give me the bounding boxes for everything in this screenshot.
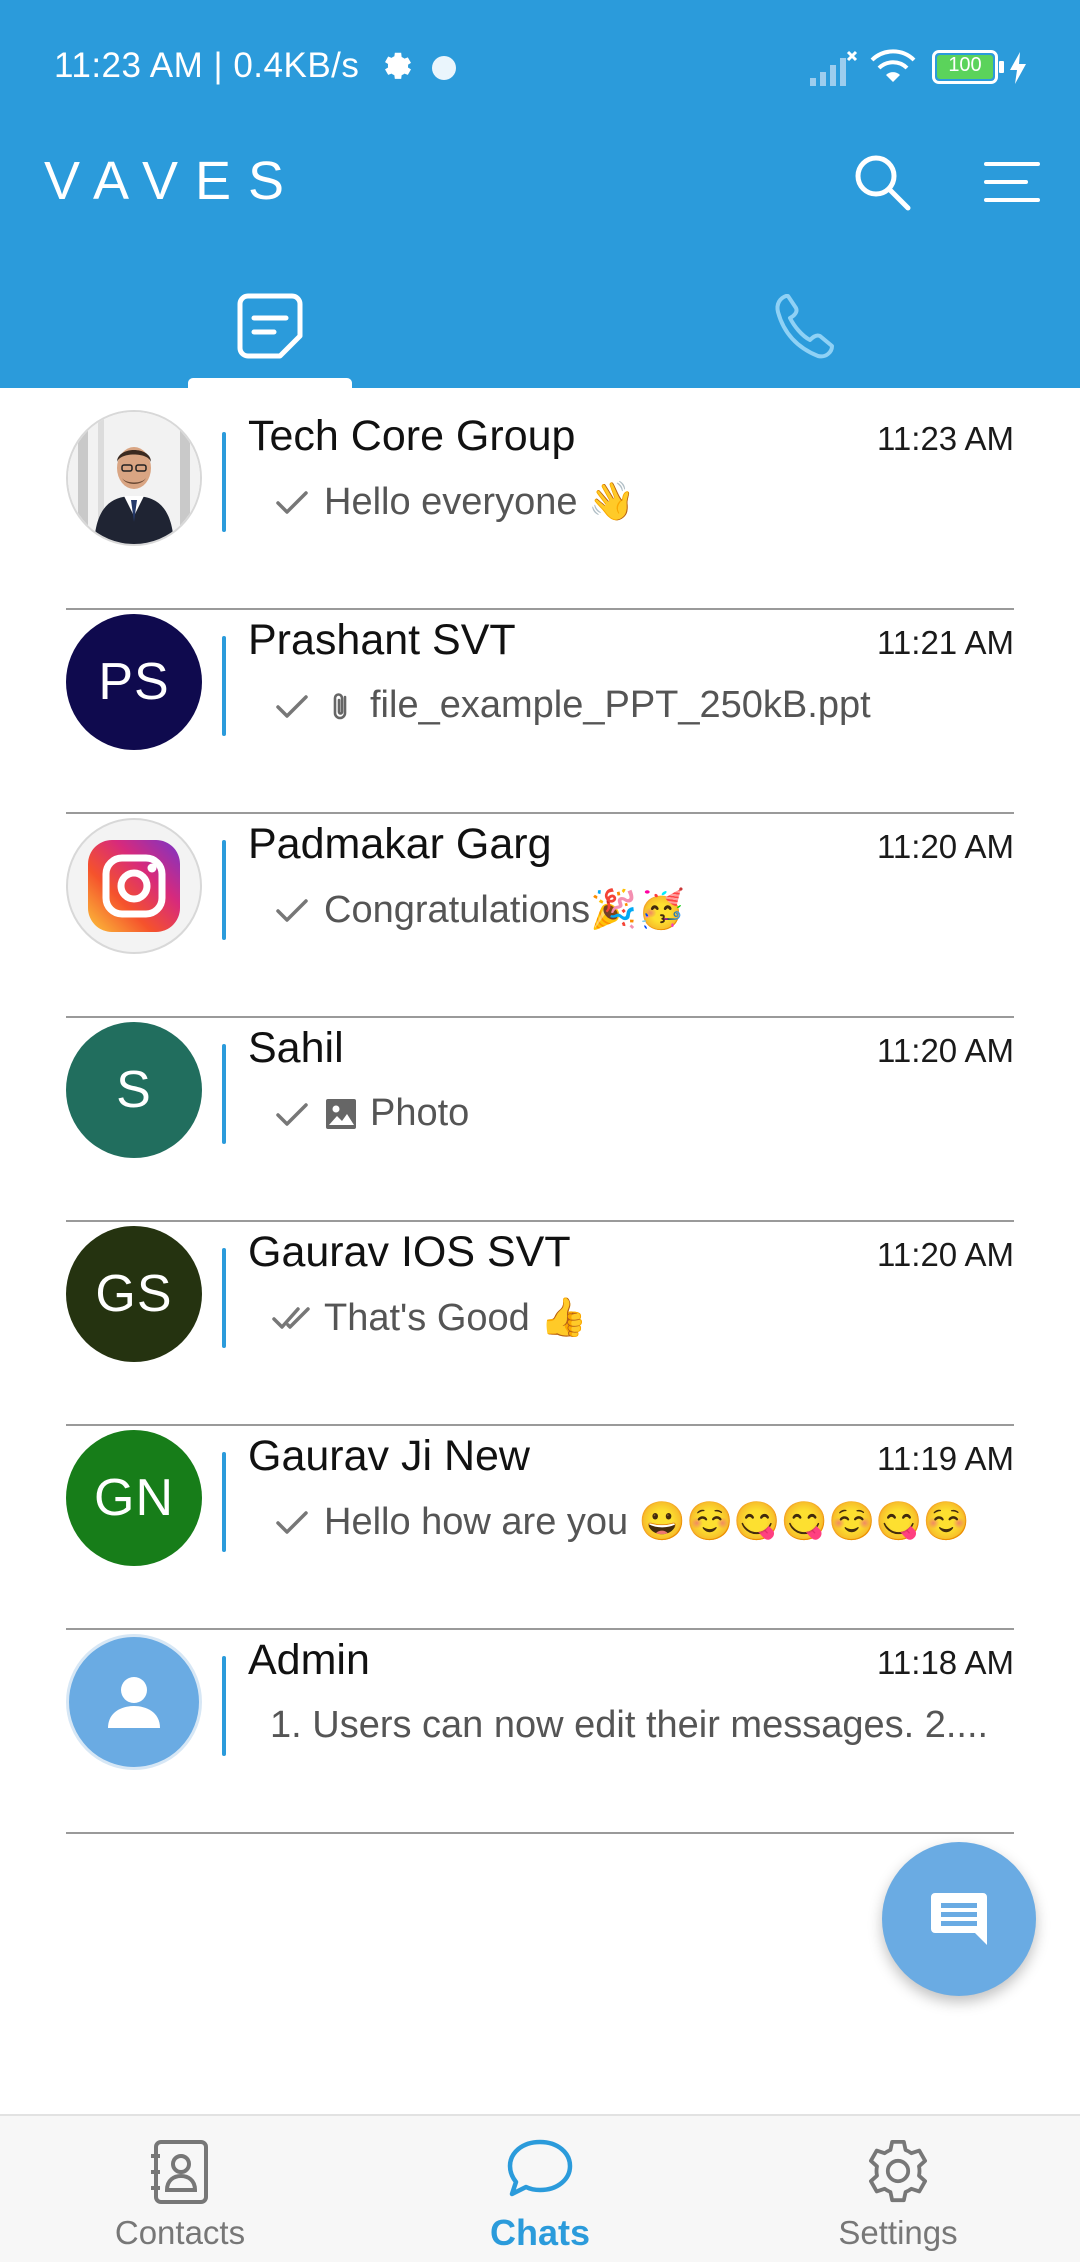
chat-row[interactable]: Padmakar Garg 11:20 AM Congratulations🎉🥳 [0,814,1080,1018]
chat-preview: file_example_PPT_250kB.ppt [272,684,871,727]
chat-preview: Hello everyone 👋 [272,480,635,524]
charging-icon [1010,52,1026,84]
chat-time: 11:18 AM [877,1644,1014,1681]
chat-preview-text: That's Good 👍 [324,1297,588,1339]
chat-preview: Hello how are you 😀☺️😋😋☺️😋☺️ [272,1500,970,1544]
chat-preview: Photo [272,1092,469,1135]
instagram-logo [88,840,180,932]
row-accent-bar [222,1656,226,1756]
nav-label: Settings [838,2214,958,2251]
wifi-icon [870,49,916,82]
row-accent-bar [222,1452,226,1552]
nav-label: Contacts [114,2214,246,2251]
gear-icon [385,52,411,79]
chat-bubble-icon [507,2139,573,2197]
paperclip-icon [333,692,347,719]
chat-time: 11:23 AM [877,420,1014,457]
person-icon [108,1677,160,1728]
notification-dot-icon [432,56,456,80]
row-accent-bar [222,1044,226,1144]
double-check-icon [272,1307,310,1329]
chat-time: 11:20 AM [877,1236,1014,1273]
phone-icon [775,294,834,359]
chat-preview-text: 1. Users can now edit their messages. 2.… [270,1704,989,1746]
contacts-icon [151,2140,208,2204]
battery-level: 100 [948,54,982,76]
chat-name: Gaurav IOS SVT [248,1228,571,1276]
search-icon [855,155,911,211]
avatar-initials: PS [98,653,170,711]
bottom-navigation: Contacts Chats Settings [0,2114,1080,2262]
single-check-icon [276,899,308,922]
new-message-icon [931,1893,987,1945]
nav-contacts[interactable]: Contacts [30,2116,330,2262]
chat-preview-text: Hello everyone 👋 [324,481,636,523]
chat-name: Padmakar Garg [248,820,552,868]
chat-preview-text: Hello how are you 😀☺️😋😋☺️😋☺️ [324,1501,970,1543]
chat-time: 11:20 AM [877,828,1014,865]
avatar [66,818,202,954]
avatar: GN [66,1430,202,1566]
active-tab-indicator [188,378,352,388]
chat-preview: 1. Users can now edit their messages. 2.… [270,1704,988,1747]
chat-name: Gaurav Ji New [248,1432,530,1480]
avatar: PS [66,614,202,750]
single-check-icon [276,694,308,718]
row-divider [66,1832,1014,1834]
app-header: 11:23 AM | 0.4KB/s 100 VAVES [0,0,1080,388]
avatar: GS [66,1226,202,1362]
status-time: 11:23 AM | 0.4KB/s [54,46,360,85]
chat-preview-text: Congratulations🎉🥳 [324,889,685,931]
menu-icon [984,162,1040,202]
nav-settings[interactable]: Settings [748,2116,1048,2262]
single-check-icon [276,1511,308,1534]
single-check-icon [276,1102,308,1126]
chat-name: Sahil [248,1024,344,1072]
chat-name: Prashant SVT [248,616,516,664]
avatar-initials: GS [95,1265,173,1323]
image-icon [326,1098,356,1129]
new-message-button[interactable] [882,1842,1036,1996]
chat-name: Admin [248,1636,370,1684]
chat-row[interactable]: GS Gaurav IOS SVT 11:20 AM That's Good 👍 [0,1222,1080,1426]
single-check-icon [276,491,308,514]
avatar [66,1634,202,1770]
chat-row[interactable]: PS Prashant SVT 11:21 AM file_example_PP… [0,610,1080,814]
nav-chats[interactable]: Chats [390,2116,690,2262]
chat-name: Tech Core Group [248,412,576,460]
tab-calls[interactable] [720,284,884,388]
avatar: S [66,1022,202,1158]
avatar-initials: GN [94,1469,174,1527]
status-bar: 11:23 AM | 0.4KB/s 100 [0,0,1080,136]
menu-button[interactable] [982,154,1042,210]
avatar-initials: S [116,1061,152,1119]
row-accent-bar [222,432,226,532]
chat-time: 11:19 AM [877,1440,1014,1477]
battery-icon: 100 [932,50,1004,84]
row-accent-bar [222,636,226,736]
chat-preview: Congratulations🎉🥳 [272,888,685,932]
chat-row[interactable]: GN Gaurav Ji New 11:19 AM Hello how are … [0,1426,1080,1630]
signal-icon [810,50,858,86]
chat-row[interactable]: Admin 11:18 AM 1. Users can now edit the… [0,1630,1080,1834]
chat-time: 11:20 AM [877,1032,1014,1069]
group-photo-avatar [68,412,200,544]
chat-tab-icon [237,293,303,359]
row-accent-bar [222,840,226,940]
search-button[interactable] [850,150,914,214]
avatar [66,410,202,546]
tab-chats[interactable] [188,284,352,388]
chat-preview-text: file_example_PPT_250kB.ppt [370,684,871,726]
chat-row[interactable]: S Sahil 11:20 AM Photo [0,1018,1080,1222]
chat-row[interactable]: Tech Core Group 11:23 AM Hello everyone … [0,406,1080,610]
nav-label: Chats [489,2212,591,2253]
settings-gear-icon [868,2139,928,2203]
row-accent-bar [222,1248,226,1348]
chat-preview: That's Good 👍 [272,1296,588,1340]
app-title: VAVES [44,151,302,211]
chat-time: 11:21 AM [877,624,1014,661]
chat-preview-text: Photo [370,1092,470,1134]
